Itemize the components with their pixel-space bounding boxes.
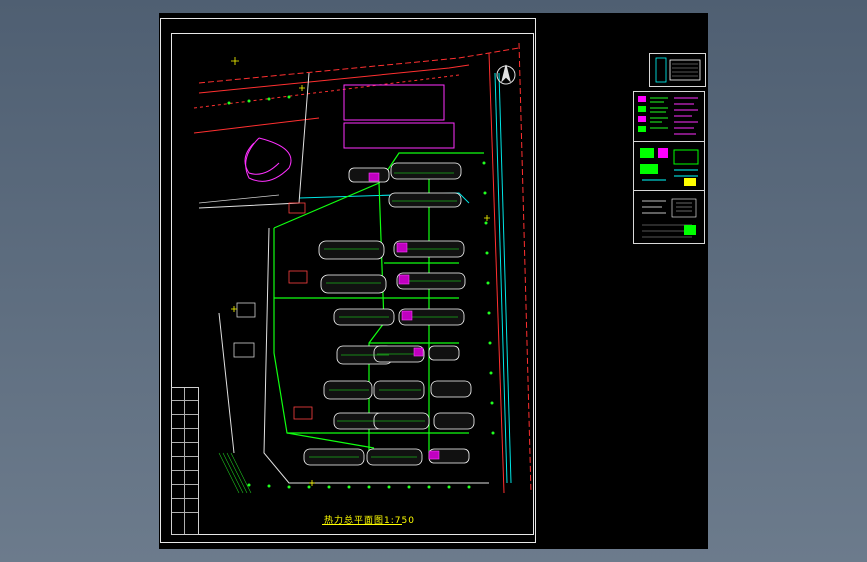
title-underline: [322, 524, 402, 525]
right-road: [488, 42, 532, 494]
thumbnail-3-preview: [640, 148, 699, 186]
thumbnail-4-preview: [642, 198, 697, 238]
service-buildings: [288, 202, 313, 420]
sheet-thumbnail-2[interactable]: [633, 91, 705, 143]
cad-viewport[interactable]: 热力总平面图1:750: [159, 13, 708, 549]
bottom-left-hatch: [218, 452, 252, 494]
north-arrow-icon: [496, 64, 516, 85]
title-block: [171, 387, 199, 535]
thumbnail-1-preview: [655, 57, 701, 83]
buildings: [303, 162, 475, 466]
sheet-thumbnail-3[interactable]: [633, 141, 705, 191]
sheet-thumbnail-1[interactable]: [649, 53, 706, 87]
site-plan-drawing: [193, 42, 532, 494]
sheet-thumbnail-4[interactable]: [633, 190, 705, 244]
thumbnail-2-preview: [638, 96, 698, 135]
